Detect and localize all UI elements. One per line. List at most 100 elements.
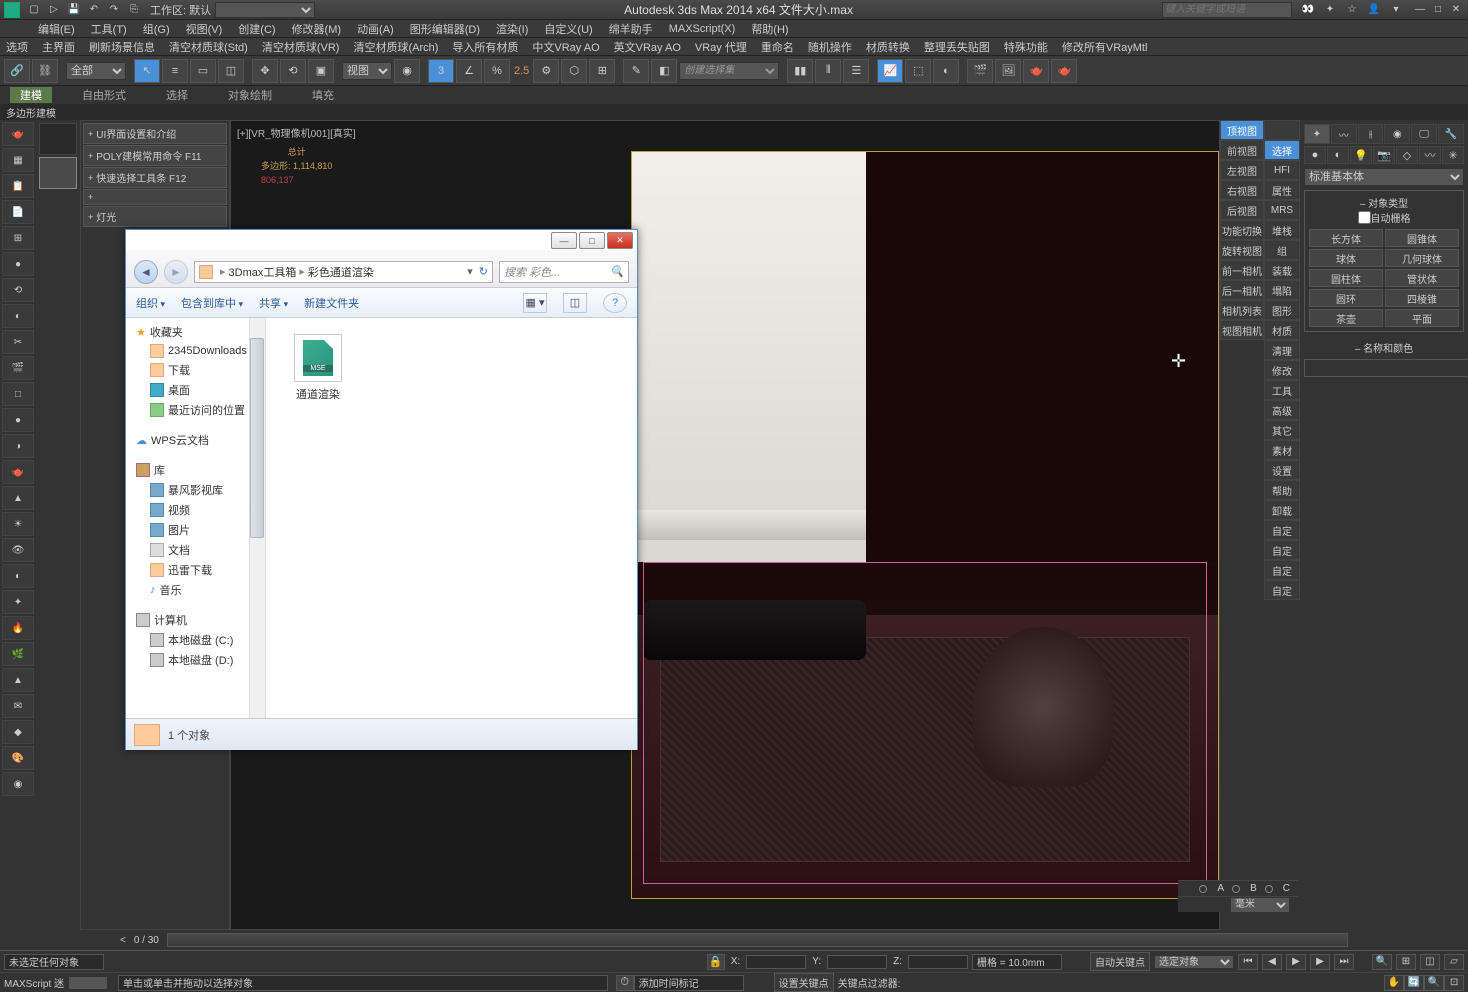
dialog-minimize-button[interactable]: — [551, 232, 577, 249]
sidebar-scrollbar[interactable] [249, 318, 265, 718]
mirror-icon[interactable]: ▮▮ [787, 59, 813, 83]
left-tool-icon[interactable]: ◆ [2, 720, 34, 744]
view-label[interactable]: 顶视图 [1220, 120, 1264, 140]
view-sublabel[interactable]: 装载 [1264, 260, 1300, 280]
window-crossing-icon[interactable]: ◫ [218, 59, 244, 83]
move-tool-icon[interactable]: ✥ [252, 59, 278, 83]
curve-editor-icon[interactable]: 📈 [877, 59, 903, 83]
rotate-tool-icon[interactable]: ⟲ [280, 59, 306, 83]
prev-frame-icon[interactable]: ◀ [1262, 954, 1282, 970]
select-by-name-icon[interactable]: ≡ [162, 59, 188, 83]
auto-grid-check[interactable]: 自动栅格 [1309, 210, 1459, 225]
extra-label[interactable]: 自定 [1264, 520, 1300, 540]
view-sublabel[interactable]: MRS [1264, 200, 1300, 220]
primitive-button[interactable]: 管状体 [1385, 269, 1459, 287]
view-sublabel[interactable]: 材质 [1264, 320, 1300, 340]
z-input[interactable] [908, 955, 968, 969]
zoom-all-icon[interactable]: ⊞ [1396, 954, 1416, 970]
next-frame-icon[interactable]: ▶ [1310, 954, 1330, 970]
layers-icon[interactable]: ☰ [843, 59, 869, 83]
include-lib-menu[interactable]: 包含到库中 [181, 295, 243, 311]
view-sublabel[interactable]: 堆栈 [1264, 220, 1300, 240]
goto-start-icon[interactable]: ⏮ [1238, 954, 1258, 970]
menu-item[interactable]: 绵羊助手 [601, 21, 661, 37]
extra-label[interactable]: 其它 [1264, 420, 1300, 440]
render-frame-icon[interactable]: 🖼 [995, 59, 1021, 83]
create-tab-icon[interactable]: ✦ [1304, 124, 1330, 144]
max-viewport-icon[interactable]: ⊡ [1444, 975, 1464, 991]
view-label[interactable]: 视图相机 [1220, 320, 1264, 340]
primitive-button[interactable]: 圆柱体 [1309, 269, 1383, 287]
ribbon-tab[interactable]: 选择 [156, 87, 198, 103]
sidebar-item[interactable]: 本地磁盘 (C:) [136, 630, 265, 650]
menu2-item[interactable]: 清空材质球(VR) [258, 39, 344, 55]
command-rollout[interactable]: POLY建模常用命令 F11 [83, 145, 227, 166]
view-label[interactable]: 左视图 [1220, 160, 1264, 180]
sidebar-item[interactable]: 视频 [136, 500, 265, 520]
extra-label[interactable]: 素材 [1264, 440, 1300, 460]
primitive-button[interactable]: 圆环 [1309, 289, 1383, 307]
help-icon[interactable]: ? [603, 293, 627, 313]
utilities-tab-icon[interactable]: 🔧 [1438, 124, 1464, 144]
pivot-icon[interactable]: ◉ [394, 59, 420, 83]
dolly-icon[interactable]: 🔍 [1424, 975, 1444, 991]
favorites-header[interactable]: ★收藏夹 [136, 322, 265, 342]
ribbon-tab[interactable]: 自由形式 [72, 87, 136, 103]
orbit-icon[interactable]: 🔄 [1404, 975, 1424, 991]
dialog-search[interactable]: 搜索 彩色... 🔍 [499, 261, 629, 283]
track-b[interactable]: B [1250, 883, 1257, 894]
menu2-item[interactable]: 清空材质球(Std) [165, 39, 252, 55]
view-sublabel[interactable]: 选择 [1264, 140, 1300, 160]
menu-item[interactable]: 工具(T) [83, 21, 135, 37]
organize-menu[interactable]: 组织 [136, 295, 165, 311]
computer-header[interactable]: 计算机 [136, 610, 265, 630]
star-icon[interactable]: ☆ [1343, 2, 1361, 18]
left-tool-icon[interactable]: 🌿 [2, 642, 34, 666]
sidebar-item[interactable]: 下载 [136, 360, 265, 380]
share-menu[interactable]: 共享 [259, 295, 288, 311]
left-tool-icon[interactable]: ◑ [2, 434, 34, 458]
binoculars-icon[interactable]: 👀 [1299, 2, 1317, 18]
primitive-category-select[interactable]: 标准基本体 [1304, 168, 1464, 186]
menu2-item[interactable]: 英文VRay AO [610, 39, 685, 55]
nav-forward-button[interactable]: ► [164, 260, 188, 284]
file-item[interactable]: MSE 通道渲染 [278, 330, 358, 406]
goto-end-icon[interactable]: ⏭ [1334, 954, 1354, 970]
person-icon[interactable]: 👤 [1365, 2, 1383, 18]
extra-label[interactable]: 自定 [1264, 560, 1300, 580]
new-folder-button[interactable]: 新建文件夹 [304, 295, 359, 311]
command-rollout[interactable] [83, 189, 227, 205]
rectangle-select-icon[interactable]: ▭ [190, 59, 216, 83]
add-time-marker[interactable]: 添加时间标记 [634, 975, 744, 991]
unit-select[interactable]: 毫米 [1230, 897, 1290, 913]
primitive-button[interactable]: 几何球体 [1385, 249, 1459, 267]
link-icon[interactable]: ⎘ [125, 2, 143, 18]
libraries-header[interactable]: 库 [136, 460, 265, 480]
refresh-icon[interactable]: ↻ [479, 265, 488, 278]
link-tool-icon[interactable]: 🔗 [4, 59, 30, 83]
extra-label[interactable]: 卸载 [1264, 500, 1300, 520]
dialog-maximize-button[interactable]: □ [579, 232, 605, 249]
object-name-input[interactable] [1304, 359, 1468, 377]
nav-back-button[interactable]: ◄ [134, 260, 158, 284]
menu-item[interactable]: 修改器(M) [284, 21, 350, 37]
extra-label[interactable]: 帮助 [1264, 480, 1300, 500]
render-prod-icon[interactable]: 🫖 [1051, 59, 1077, 83]
sidebar-item[interactable]: 暴风影视库 [136, 480, 265, 500]
sidebar-item[interactable]: ♪音乐 [136, 580, 265, 600]
view-sublabel[interactable] [1264, 120, 1300, 140]
view-sublabel[interactable]: 塌陷 [1264, 280, 1300, 300]
menu2-item[interactable]: 特殊功能 [1000, 39, 1052, 55]
sidebar-item[interactable]: 图片 [136, 520, 265, 540]
left-tool-icon[interactable]: ✉ [2, 694, 34, 718]
systems-cat-icon[interactable]: ✳ [1442, 146, 1464, 164]
undo-icon[interactable]: ↶ [85, 2, 103, 18]
hierarchy-tab-icon[interactable]: ⫲ [1358, 124, 1384, 144]
slot-2-selected[interactable] [39, 157, 77, 189]
primitive-button[interactable]: 长方体 [1309, 229, 1383, 247]
primitive-button[interactable]: 平面 [1385, 309, 1459, 327]
left-tool-icon[interactable]: ✦ [2, 590, 34, 614]
snap-3d-icon[interactable]: 3 [428, 59, 454, 83]
y-input[interactable] [827, 955, 887, 969]
close-button[interactable]: ✕ [1448, 3, 1464, 17]
